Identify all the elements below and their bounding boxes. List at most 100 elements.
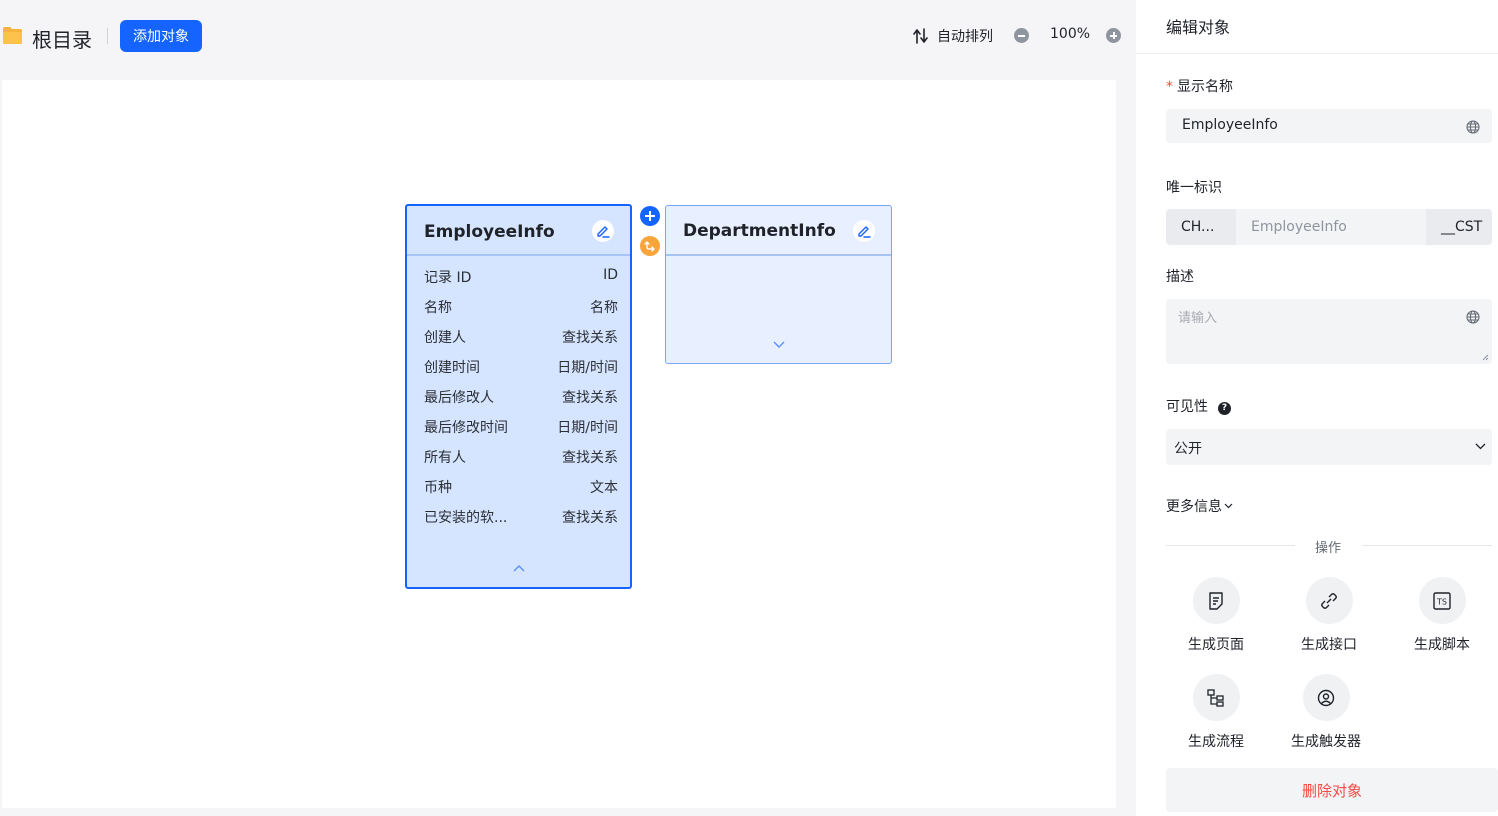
unique-id-prefix[interactable]: CH... [1166, 209, 1236, 245]
field-type: 查找关系 [562, 330, 618, 346]
zoom-level: 100% [1050, 26, 1091, 42]
field-row[interactable]: 币种 文本 [424, 477, 618, 497]
toolbar: 根目录 添加对象 自动排列 100% [0, 0, 1136, 72]
edit-entity-button[interactable] [592, 220, 614, 242]
entity-card-departmentinfo[interactable]: DepartmentInfo [665, 205, 892, 364]
description-textarea[interactable]: 请输入 [1166, 299, 1492, 364]
generate-page-button[interactable]: 生成页面 [1171, 577, 1261, 654]
globe-icon[interactable] [1466, 120, 1480, 134]
field-name: 币种 [424, 480, 452, 496]
display-name-label: * 显示名称 [1166, 76, 1233, 96]
field-name: 最后修改人 [424, 390, 494, 406]
chevron-down-icon [1475, 443, 1486, 450]
operation-label: 生成流程 [1188, 734, 1244, 750]
field-type: 文本 [590, 480, 618, 496]
relation-link-icon[interactable] [640, 236, 660, 256]
operation-label: 生成触发器 [1291, 734, 1361, 750]
visibility-select[interactable]: 公开 [1166, 429, 1492, 465]
link-icon [1305, 577, 1353, 624]
auto-arrange-button[interactable]: 自动排列 [913, 26, 993, 46]
field-type: 名称 [590, 300, 618, 316]
entity-card-employeeinfo[interactable]: EmployeeInfo 记录 ID ID 名称 名称 创建人 查找关系 创建时间 日期… [405, 204, 632, 589]
add-object-button[interactable]: 添加对象 [120, 20, 202, 52]
edit-entity-button[interactable] [853, 220, 875, 242]
ts-script-icon: TS [1418, 577, 1466, 624]
divider [1136, 53, 1498, 54]
generate-flow-button[interactable]: 生成流程 [1171, 674, 1261, 751]
zoom-out-icon[interactable] [1014, 28, 1029, 43]
link-arrows-icon [644, 241, 655, 252]
divider [1362, 545, 1492, 546]
display-name-field[interactable]: EmployeeInfo [1166, 109, 1492, 143]
unique-id-label: 唯一标识 [1166, 180, 1222, 196]
field-type: 查找关系 [562, 390, 618, 406]
generate-api-button[interactable]: 生成接口 [1284, 577, 1374, 654]
description-placeholder: 请输入 [1178, 311, 1218, 326]
add-relation-icon[interactable] [640, 206, 660, 226]
operation-label: 生成接口 [1301, 637, 1357, 653]
field-row[interactable]: 已安装的软... 查找关系 [424, 507, 618, 527]
divider [1166, 545, 1295, 546]
field-name: 所有人 [424, 450, 466, 466]
zoom-in-icon[interactable] [1106, 28, 1121, 43]
generate-trigger-button[interactable]: 生成触发器 [1281, 674, 1371, 751]
svg-text:TS: TS [1436, 597, 1447, 606]
chevron-down-icon[interactable] [773, 341, 785, 349]
field-row[interactable]: 最后修改人 查找关系 [424, 387, 618, 407]
canvas-area: 根目录 添加对象 自动排列 100% EmployeeInfo 记录 ID ID … [0, 0, 1136, 816]
visibility-value: 公开 [1174, 441, 1202, 457]
operations-title: 操作 [1315, 541, 1342, 556]
field-type: ID [603, 267, 618, 283]
unique-id-field[interactable]: CH... EmployeeInfo __CST [1166, 209, 1492, 245]
edit-object-panel: 编辑对象 * 显示名称 EmployeeInfo 唯一标识 CH... Emplo… [1136, 0, 1498, 816]
folder-icon [3, 27, 22, 44]
delete-object-button[interactable]: 删除对象 [1166, 768, 1498, 812]
field-row[interactable]: 创建人 查找关系 [424, 327, 618, 347]
field-type: 日期/时间 [557, 420, 618, 436]
entity-card-header: DepartmentInfo [666, 206, 891, 256]
field-type: 查找关系 [562, 510, 618, 526]
field-name: 已安装的软... [424, 510, 508, 526]
field-type: 查找关系 [562, 450, 618, 466]
field-name: 最后修改时间 [424, 420, 508, 436]
field-row[interactable]: 创建时间 日期/时间 [424, 357, 618, 377]
display-name-label-text: 显示名称 [1177, 79, 1233, 95]
generate-script-button[interactable]: TS 生成脚本 [1397, 577, 1487, 654]
arrange-icon [913, 28, 928, 44]
globe-icon[interactable] [1466, 310, 1480, 324]
field-type: 日期/时间 [557, 360, 618, 376]
flow-icon [1192, 674, 1240, 721]
auto-arrange-label: 自动排列 [937, 29, 993, 45]
resize-handle-icon[interactable] [1482, 354, 1489, 361]
visibility-label-text: 可见性 [1166, 399, 1208, 415]
description-label: 描述 [1166, 269, 1194, 285]
pencil-icon [858, 226, 871, 238]
unique-id-input[interactable]: EmployeeInfo [1236, 209, 1426, 245]
chevron-up-icon[interactable] [513, 564, 525, 572]
entity-title: DepartmentInfo [683, 221, 836, 241]
page-icon [1192, 577, 1240, 624]
field-name: 名称 [424, 300, 452, 316]
field-row[interactable]: 最后修改时间 日期/时间 [424, 417, 618, 437]
field-name: 记录 ID [424, 270, 472, 286]
entity-title: EmployeeInfo [424, 222, 555, 242]
field-name: 创建时间 [424, 360, 480, 376]
help-icon[interactable]: ? [1218, 402, 1231, 415]
more-info-toggle[interactable]: 更多信息 [1166, 496, 1233, 516]
chevron-down-icon [1224, 503, 1233, 509]
field-row[interactable]: 记录 ID ID [424, 267, 618, 287]
entity-card-header: EmployeeInfo [407, 206, 630, 256]
field-row[interactable]: 所有人 查找关系 [424, 447, 618, 467]
unique-id-suffix: __CST [1426, 209, 1492, 245]
operation-label: 生成脚本 [1414, 637, 1470, 653]
field-name: 创建人 [424, 330, 466, 346]
display-name-value: EmployeeInfo [1182, 117, 1278, 133]
divider [107, 28, 108, 44]
more-info-label: 更多信息 [1166, 499, 1222, 515]
field-row[interactable]: 名称 名称 [424, 297, 618, 317]
operation-label: 生成页面 [1188, 637, 1244, 653]
pencil-icon [597, 226, 610, 238]
visibility-label: 可见性? [1166, 396, 1231, 416]
page-title: 根目录 [32, 28, 92, 52]
trigger-icon [1302, 674, 1350, 721]
